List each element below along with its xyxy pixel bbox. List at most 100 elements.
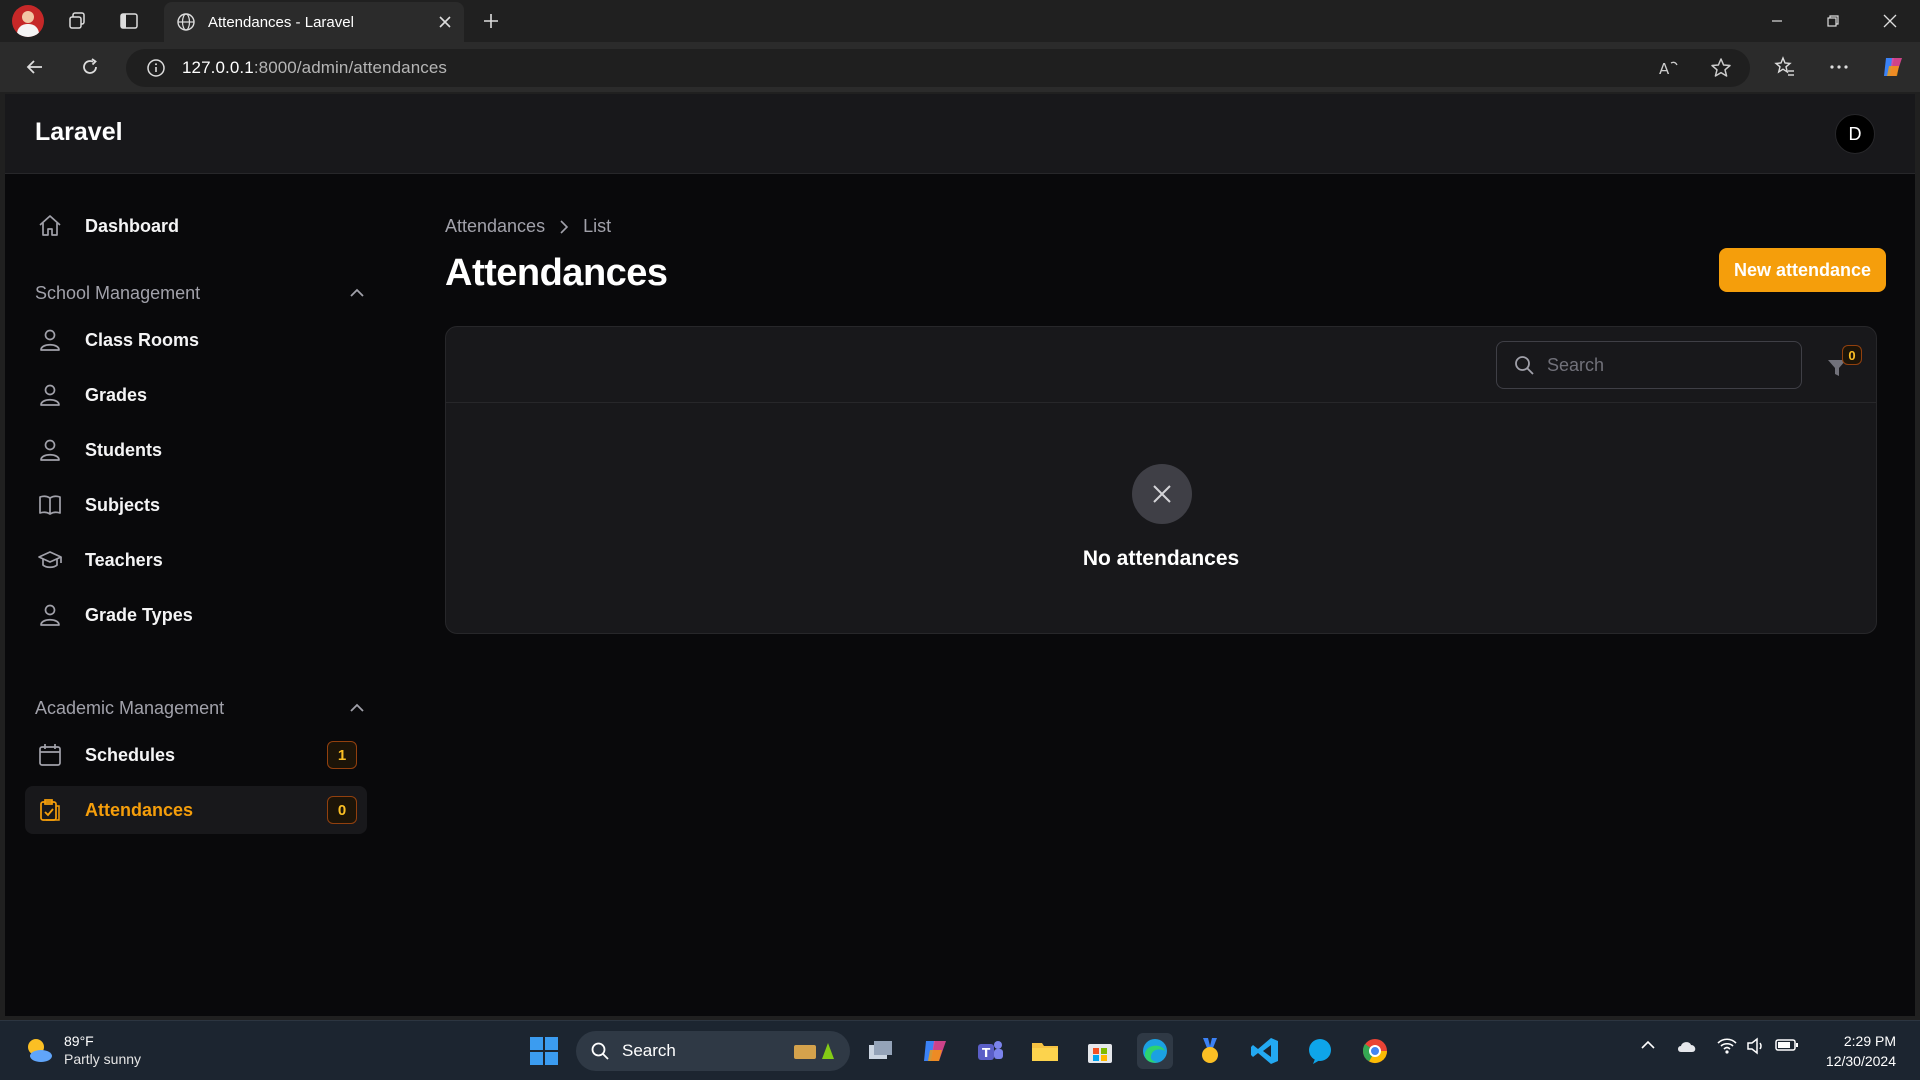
workspaces-icon[interactable] (62, 6, 92, 36)
sidebar-item-class-rooms[interactable]: Class Rooms (25, 316, 367, 364)
microsoft-store-icon[interactable] (1082, 1033, 1118, 1069)
count-badge: 1 (327, 741, 357, 769)
breadcrumb: Attendances List (445, 216, 611, 237)
favorite-star-icon[interactable] (1710, 57, 1732, 79)
back-icon[interactable] (20, 52, 50, 82)
group-school-management[interactable]: School Management (35, 278, 365, 308)
onedrive-cloud-icon[interactable] (1676, 1039, 1698, 1053)
more-options-icon[interactable] (1824, 52, 1854, 82)
chevron-up-icon[interactable] (349, 288, 365, 298)
taskbar-search-label: Search (622, 1041, 676, 1060)
chevron-up-icon[interactable] (349, 703, 365, 713)
sidebar-item-schedules[interactable]: Schedules 1 (25, 731, 367, 779)
favorites-icon[interactable] (1770, 52, 1800, 82)
browser-titlebar: Attendances - Laravel (0, 0, 1920, 42)
table-toolbar: 0 (446, 327, 1876, 403)
sidebar-item-label: Teachers (85, 549, 163, 570)
sidebar-item-label: Dashboard (85, 215, 180, 236)
calendar-icon (35, 740, 65, 770)
site-info-icon[interactable] (146, 58, 166, 78)
weather-condition: Partly sunny (64, 1051, 142, 1067)
clipboard-check-icon (35, 795, 65, 825)
copilot-icon[interactable] (1878, 52, 1908, 82)
count-badge: 0 (327, 796, 357, 824)
close-window-icon[interactable] (1862, 0, 1918, 42)
restore-icon[interactable] (1805, 0, 1861, 42)
chrome-icon[interactable] (1357, 1033, 1393, 1069)
profile-avatar[interactable] (12, 5, 44, 37)
breadcrumb-link[interactable]: Attendances (445, 216, 545, 237)
search-highlight-icon (792, 1039, 836, 1063)
read-aloud-icon[interactable]: A (1658, 58, 1680, 78)
edge-browser-icon[interactable] (1137, 1033, 1173, 1069)
show-hidden-icons-chevron[interactable] (1640, 1037, 1656, 1053)
temperature: 89°F (64, 1033, 94, 1049)
sidebar-item-attendances[interactable]: Attendances 0 (25, 786, 367, 834)
sidebar-item-students[interactable]: Students (25, 426, 367, 474)
empty-state-heading: No attendances (1082, 547, 1240, 570)
battery-icon[interactable] (1775, 1037, 1799, 1053)
partly-sunny-icon (24, 1035, 54, 1065)
volume-icon[interactable] (1746, 1037, 1766, 1055)
taskbar-search[interactable]: Search (576, 1031, 850, 1071)
user-icon (35, 325, 65, 355)
sidebar-item-dashboard[interactable]: Dashboard (25, 202, 367, 250)
attendances-table: 0 No attendances (445, 326, 1877, 634)
group-academic-management[interactable]: Academic Management (35, 693, 365, 723)
medal-app-icon[interactable] (1192, 1033, 1228, 1069)
svg-text:T: T (982, 1046, 991, 1060)
sidebar-item-label: Grade Types (85, 604, 193, 625)
chevron-right-icon (559, 219, 569, 234)
vertical-tabs-icon[interactable] (114, 6, 144, 36)
sidebar-item-label: Schedules (85, 744, 176, 765)
tab-title: Attendances - Laravel (208, 13, 354, 31)
url-field[interactable]: 127.0.0.1:8000/admin/attendances A (126, 49, 1750, 87)
academic-cap-icon (35, 545, 65, 575)
sidebar-item-label: Students (85, 439, 163, 460)
sidebar-item-label: Attendances (85, 799, 194, 820)
svg-text:A: A (1659, 60, 1670, 78)
copilot-app-icon[interactable] (917, 1033, 953, 1069)
chat-app-icon[interactable] (1302, 1033, 1338, 1069)
sidebar-item-subjects[interactable]: Subjects (25, 481, 367, 529)
group-label: School Management (35, 282, 201, 303)
sidebar-item-grade-types[interactable]: Grade Types (25, 591, 367, 639)
user-icon (35, 435, 65, 465)
url-path: :8000/admin/attendances (253, 58, 448, 77)
user-avatar[interactable]: D (1835, 114, 1875, 154)
task-view-icon[interactable] (862, 1033, 898, 1069)
page-title: Attendances (445, 252, 668, 294)
home-icon (35, 211, 65, 241)
vscode-icon[interactable] (1247, 1033, 1283, 1069)
x-mark-icon (1151, 483, 1173, 505)
clock-time: 2:29 PM (1843, 1033, 1896, 1049)
app-window: Laravel D Dashboard School Management Cl… (5, 94, 1915, 1016)
sidebar-item-grades[interactable]: Grades (25, 371, 367, 419)
weather-widget[interactable]: 89°F Partly sunny (24, 1033, 141, 1067)
filter-button[interactable]: 0 (1822, 345, 1862, 385)
search-field[interactable] (1496, 341, 1802, 389)
sidebar-item-label: Grades (85, 384, 148, 405)
minimize-icon[interactable] (1749, 0, 1805, 42)
user-icon (35, 600, 65, 630)
teams-icon[interactable]: T (972, 1033, 1008, 1069)
app-topbar: Laravel D (5, 94, 1915, 174)
new-tab-icon[interactable] (476, 6, 506, 36)
brand-logo[interactable]: Laravel (35, 118, 123, 147)
empty-state-icon-wrap (1132, 464, 1192, 524)
sidebar-item-teachers[interactable]: Teachers (25, 536, 367, 584)
windows-start-icon[interactable] (526, 1033, 562, 1069)
refresh-icon[interactable] (75, 52, 105, 82)
address-bar: 127.0.0.1:8000/admin/attendances A (0, 42, 1920, 92)
sidebar-item-label: Class Rooms (85, 329, 200, 350)
user-icon (35, 380, 65, 410)
search-input[interactable] (1547, 354, 1777, 376)
search-icon (590, 1041, 610, 1061)
file-explorer-icon[interactable] (1027, 1033, 1063, 1069)
group-label: Academic Management (35, 697, 225, 718)
wifi-icon[interactable] (1716, 1037, 1738, 1055)
close-tab-icon[interactable] (438, 15, 452, 29)
new-attendance-button[interactable]: New attendance (1718, 248, 1886, 292)
browser-tab-active[interactable]: Attendances - Laravel (164, 2, 464, 42)
system-clock[interactable]: 2:29 PM 12/30/2024 (1826, 1031, 1896, 1071)
